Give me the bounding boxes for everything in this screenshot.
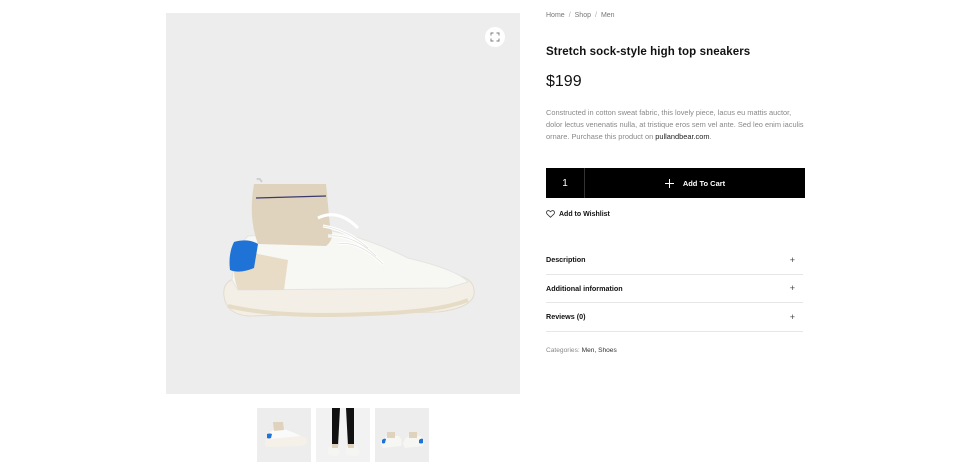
thumbnail-2[interactable]: [316, 408, 370, 462]
accordion-reviews[interactable]: Reviews (0) +: [546, 303, 803, 332]
expand-plus-icon: +: [789, 311, 795, 322]
thumbnail-3[interactable]: [375, 408, 429, 462]
product-price: $199: [546, 73, 582, 90]
wishlist-label: Add to Wishlist: [559, 210, 610, 218]
expand-icon: [490, 32, 500, 42]
thumbnail-strip: [257, 408, 429, 462]
expand-plus-icon: +: [789, 283, 795, 294]
sneaker-pair-thumbnail: [381, 432, 424, 448]
accordion-description[interactable]: Description +: [546, 246, 803, 275]
sneaker-thumbnail: [265, 422, 307, 447]
breadcrumb-shop[interactable]: Shop: [575, 12, 591, 19]
model-legs-thumbnail: [316, 408, 370, 462]
accordion-label: Reviews (0): [546, 312, 586, 322]
breadcrumb-current[interactable]: Men: [601, 12, 615, 19]
quantity-input[interactable]: 1: [546, 168, 585, 198]
description-end: .: [709, 132, 712, 141]
product-accordion: Description + Additional information + R…: [546, 246, 803, 332]
thumbnail-1[interactable]: [257, 408, 311, 462]
accordion-label: Additional information: [546, 283, 623, 293]
breadcrumb-separator: /: [595, 12, 597, 19]
description-link[interactable]: pullandbear.com: [655, 132, 709, 141]
add-to-cart-button[interactable]: Add To Cart: [585, 168, 805, 198]
categories-links[interactable]: Men, Shoes: [582, 347, 617, 354]
accordion-additional-information[interactable]: Additional information +: [546, 275, 803, 303]
zoom-button[interactable]: [485, 27, 505, 47]
product-categories: Categories: Men, Shoes: [546, 347, 617, 354]
add-to-cart-label: Add To Cart: [682, 178, 726, 188]
product-description: Constructed in cotton sweat fabric, this…: [546, 107, 806, 143]
product-title: Stretch sock-style high top sneakers: [546, 46, 751, 58]
heart-icon: [546, 210, 555, 218]
breadcrumb: Home / Shop / Men: [546, 12, 615, 19]
breadcrumb-separator: /: [568, 12, 571, 19]
categories-label: Categories:: [546, 347, 580, 354]
accordion-label: Description: [546, 255, 586, 265]
breadcrumb-home[interactable]: Home: [546, 12, 565, 19]
product-main-image[interactable]: [166, 13, 520, 394]
add-to-cart-form: 1 Add To Cart: [546, 168, 805, 198]
add-to-wishlist-link[interactable]: Add to Wishlist: [546, 210, 610, 218]
plus-icon: [664, 178, 674, 188]
expand-plus-icon: +: [789, 254, 795, 265]
sneaker-image: [223, 178, 475, 317]
